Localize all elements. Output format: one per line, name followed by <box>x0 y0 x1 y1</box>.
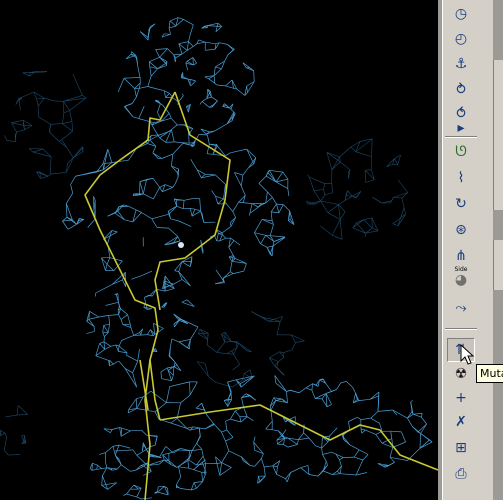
toolbar-edge <box>438 0 443 500</box>
rotamer-button[interactable]: ᘎ <box>447 140 475 164</box>
sphere-refine-button[interactable]: ⊛ <box>447 218 475 242</box>
add-terminal-button[interactable]: ⊞ <box>447 436 475 460</box>
density-blob-right <box>306 138 409 240</box>
clock-button[interactable]: ◷ <box>447 2 475 26</box>
backbone-torsion-icon: ⤳ <box>455 300 467 316</box>
model-trace-segment <box>144 359 151 500</box>
sphere-refine-icon: ⊛ <box>455 222 467 238</box>
print-icon: ⎙ <box>455 466 467 482</box>
side-chain-label: Side <box>454 266 468 273</box>
delete-atom-icon: ✗ <box>455 414 467 430</box>
add-terminal-icon: ⊞ <box>455 440 467 456</box>
pepflip-button[interactable]: ⋔ <box>447 244 475 268</box>
density-blob-left <box>4 71 87 179</box>
print-button[interactable]: ⎙ <box>447 462 475 486</box>
backbone-torsion-button[interactable]: ⤳ <box>447 296 475 320</box>
clock-icon: ◷ <box>454 6 468 22</box>
tooltip-mutate: Mutate <box>476 364 503 383</box>
torsion-button[interactable]: ⥁ <box>447 78 475 102</box>
expand-arrow-icon: ▸ <box>457 120 465 136</box>
radiation-mutate-icon: ☢ <box>454 366 468 382</box>
side-chain-button[interactable]: ◕ Side <box>447 266 475 292</box>
density-lobe-middle <box>62 130 295 290</box>
toolbar-separator <box>445 136 477 138</box>
center-atom-marker <box>178 242 184 248</box>
map-viewport[interactable] <box>0 0 438 500</box>
delete-atom-button[interactable]: ✗ <box>447 410 475 434</box>
rotate-bond-icon: ↻ <box>455 196 467 212</box>
clock-outline-button[interactable]: ◴ <box>447 27 475 51</box>
pepflip-icon: ⋔ <box>455 248 467 264</box>
clock-outline-icon: ◴ <box>454 31 468 47</box>
density-blob-lower <box>196 311 305 388</box>
model-trace-segment <box>84 91 176 421</box>
anchor-bond-button[interactable]: ⚓ <box>447 52 475 76</box>
toolbar-separator <box>445 328 477 330</box>
density-blob-corner <box>0 405 28 456</box>
anchor-bond-icon: ⚓ <box>454 56 468 72</box>
side-panel-frame <box>493 240 503 290</box>
bond-edit-icon: ⌇ <box>457 170 465 186</box>
add-atom-button[interactable]: + <box>447 386 475 410</box>
side-chain-icon: ◕ <box>454 272 468 288</box>
torsion-icon: ⥁ <box>456 82 466 98</box>
rotate-bond-button[interactable]: ↻ <box>447 192 475 216</box>
electron-density-map[interactable] <box>0 0 438 500</box>
density-lobe-bottom <box>103 375 433 484</box>
bond-edit-button[interactable]: ⌇ <box>447 166 475 190</box>
rotamer-icon: ᘎ <box>455 144 467 160</box>
add-atom-icon: + <box>455 390 467 406</box>
side-panel-frame <box>493 60 503 210</box>
mouse-pointer-icon <box>460 344 475 365</box>
